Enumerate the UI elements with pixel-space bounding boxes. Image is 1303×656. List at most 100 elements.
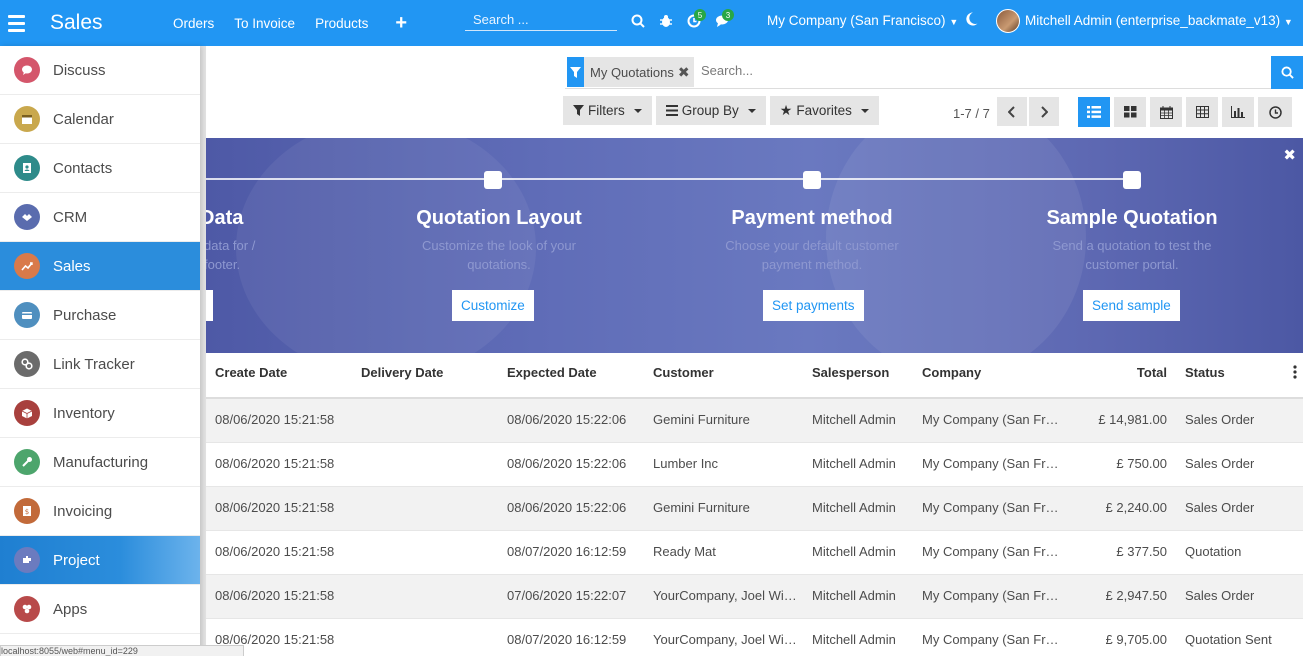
column-header-salesperson[interactable]: Salesperson bbox=[812, 365, 889, 380]
customize-button[interactable]: Customize bbox=[452, 290, 534, 321]
app-item-apps[interactable]: Apps bbox=[0, 585, 200, 634]
search-button[interactable] bbox=[1271, 56, 1303, 89]
filter-icon bbox=[567, 57, 584, 87]
app-item-sales[interactable]: Sales bbox=[0, 242, 200, 291]
cell-create-date: 08/06/2020 15:21:58 bbox=[215, 588, 335, 603]
table-row[interactable]: 08/06/2020 15:21:58 08/07/2020 16:12:59 Re… bbox=[206, 531, 1303, 575]
dark-mode-icon[interactable] bbox=[963, 11, 979, 30]
table-body: 08/06/2020 15:21:58 08/06/2020 15:22:06 Ge… bbox=[206, 399, 1303, 656]
group-by-label: Group By bbox=[681, 103, 739, 118]
nav-item-orders[interactable]: Orders bbox=[163, 16, 224, 31]
send-sample-button[interactable]: Send sample bbox=[1083, 290, 1180, 321]
plus-icon[interactable]: + bbox=[378, 12, 423, 35]
column-header-delivery-date[interactable]: Delivery Date bbox=[361, 365, 443, 380]
manufacturing-icon bbox=[14, 449, 40, 475]
app-menu-icon[interactable] bbox=[0, 0, 32, 46]
link-tracker-icon bbox=[14, 351, 40, 377]
cell-status: Sales Order bbox=[1185, 412, 1255, 427]
calendar-view-icon bbox=[1159, 105, 1173, 119]
table-row[interactable]: 08/06/2020 15:21:58 07/06/2020 15:22:07 Yo… bbox=[206, 575, 1303, 619]
step-title: Payment method bbox=[731, 207, 893, 229]
drawer-scrollbar[interactable] bbox=[200, 46, 206, 656]
bug-icon[interactable] bbox=[652, 10, 680, 32]
table-header: Create Date Delivery Date Expected Date … bbox=[206, 353, 1303, 399]
cell-salesperson: Mitchell Admin bbox=[812, 544, 896, 559]
group-by-button[interactable]: Group By bbox=[655, 96, 766, 125]
pager-value[interactable]: 1-7 / 7 bbox=[953, 106, 990, 121]
cell-expected-date: 07/06/2020 15:22:07 bbox=[507, 588, 627, 603]
close-icon[interactable]: ✖ bbox=[1283, 146, 1296, 164]
step-title: Sample Quotation bbox=[1046, 207, 1218, 229]
pager-next-button[interactable] bbox=[1029, 97, 1059, 126]
table-row[interactable]: 08/06/2020 15:21:58 08/06/2020 15:22:06 Ge… bbox=[206, 487, 1303, 531]
app-item-crm[interactable]: CRM bbox=[0, 193, 200, 242]
app-item-contacts[interactable]: Contacts bbox=[0, 144, 200, 193]
search-input[interactable] bbox=[701, 63, 1201, 78]
cell-salesperson: Mitchell Admin bbox=[812, 412, 896, 427]
set-payments-button[interactable]: Set payments bbox=[763, 290, 864, 321]
step-description: Customize the look of your quotations. bbox=[422, 238, 576, 272]
user-menu[interactable]: Mitchell Admin (enterprise_backmate_v13)… bbox=[1025, 13, 1293, 28]
table-row[interactable]: 08/06/2020 15:21:58 08/07/2020 16:12:59 Yo… bbox=[206, 619, 1303, 656]
company-switcher[interactable]: My Company (San Francisco) ▼ bbox=[767, 13, 958, 28]
app-title[interactable]: Sales bbox=[50, 11, 163, 35]
app-item-purchase[interactable]: Purchase bbox=[0, 291, 200, 340]
search-icon[interactable] bbox=[624, 10, 652, 32]
step-checkbox[interactable] bbox=[803, 171, 821, 189]
graph-view-button[interactable] bbox=[1221, 97, 1254, 127]
step-checkbox[interactable] bbox=[1123, 171, 1141, 189]
cell-status: Quotation Sent bbox=[1185, 632, 1272, 647]
remove-facet-icon[interactable]: ✖ bbox=[678, 64, 694, 81]
global-search bbox=[465, 8, 617, 31]
app-item-calendar[interactable]: Calendar bbox=[0, 95, 200, 144]
column-header-expected-date[interactable]: Expected Date bbox=[507, 365, 597, 380]
message-count-badge: 3 bbox=[722, 9, 734, 21]
list-view-button[interactable] bbox=[1077, 97, 1110, 127]
kanban-view-button[interactable] bbox=[1113, 97, 1146, 127]
pager-previous-button[interactable] bbox=[997, 97, 1027, 126]
activity-view-button[interactable] bbox=[1257, 97, 1292, 127]
pivot-view-button[interactable] bbox=[1185, 97, 1218, 127]
app-item-inventory[interactable]: Inventory bbox=[0, 389, 200, 438]
step-checkbox[interactable] bbox=[484, 171, 502, 189]
optional-columns-icon[interactable] bbox=[1293, 365, 1297, 382]
chevron-right-icon bbox=[1041, 105, 1048, 118]
column-header-company[interactable]: Company bbox=[922, 365, 1062, 380]
app-label: Apps bbox=[53, 600, 88, 618]
user-avatar[interactable] bbox=[996, 9, 1020, 33]
cell-status: Sales Order bbox=[1185, 456, 1255, 471]
cell-company: My Company (San Francisco) bbox=[922, 632, 1062, 647]
cell-customer: Gemini Furniture bbox=[653, 500, 750, 515]
nav-item-products[interactable]: Products bbox=[305, 16, 378, 31]
cell-salesperson: Mitchell Admin bbox=[812, 500, 896, 515]
app-item-project[interactable]: Project bbox=[0, 536, 200, 585]
column-header-status[interactable]: Status bbox=[1185, 365, 1225, 380]
nav-item-to-invoice[interactable]: To Invoice bbox=[224, 16, 305, 31]
table-row[interactable]: 08/06/2020 15:21:58 08/06/2020 15:22:06 Lu… bbox=[206, 443, 1303, 487]
column-header-total[interactable]: Total bbox=[1137, 365, 1167, 380]
calendar-view-button[interactable] bbox=[1149, 97, 1182, 127]
activity-icon[interactable]: 5 bbox=[680, 9, 708, 32]
favorites-button[interactable]: ★ Favorites bbox=[769, 96, 879, 125]
table-row[interactable]: 08/06/2020 15:21:58 08/06/2020 15:22:06 Ge… bbox=[206, 399, 1303, 443]
facet-label: My Quotations bbox=[590, 64, 674, 80]
cell-status: Sales Order bbox=[1185, 588, 1255, 603]
filters-button[interactable]: Filters bbox=[563, 96, 652, 125]
app-item-discuss[interactable]: Discuss bbox=[0, 46, 200, 95]
list-icon bbox=[665, 105, 678, 116]
app-item-manufacturing[interactable]: Manufacturing bbox=[0, 438, 200, 487]
step-button-partial[interactable] bbox=[206, 290, 213, 321]
cell-expected-date: 08/06/2020 15:22:06 bbox=[507, 500, 627, 515]
app-item-invoicing[interactable]: $ Invoicing bbox=[0, 487, 200, 536]
global-search-input[interactable] bbox=[465, 11, 615, 27]
cell-total: £ 9,705.00 bbox=[1105, 632, 1167, 647]
column-header-create-date[interactable]: Create Date bbox=[215, 365, 287, 380]
app-item-link-tracker[interactable]: Link Tracker bbox=[0, 340, 200, 389]
messages-icon[interactable]: 3 bbox=[708, 9, 736, 32]
quotations-table: Create Date Delivery Date Expected Date … bbox=[206, 353, 1303, 656]
column-header-customer[interactable]: Customer bbox=[653, 365, 798, 380]
step-title: Data bbox=[206, 207, 244, 229]
app-label: Link Tracker bbox=[53, 355, 135, 373]
cell-create-date: 08/06/2020 15:21:58 bbox=[215, 412, 335, 427]
discuss-icon bbox=[14, 57, 40, 83]
